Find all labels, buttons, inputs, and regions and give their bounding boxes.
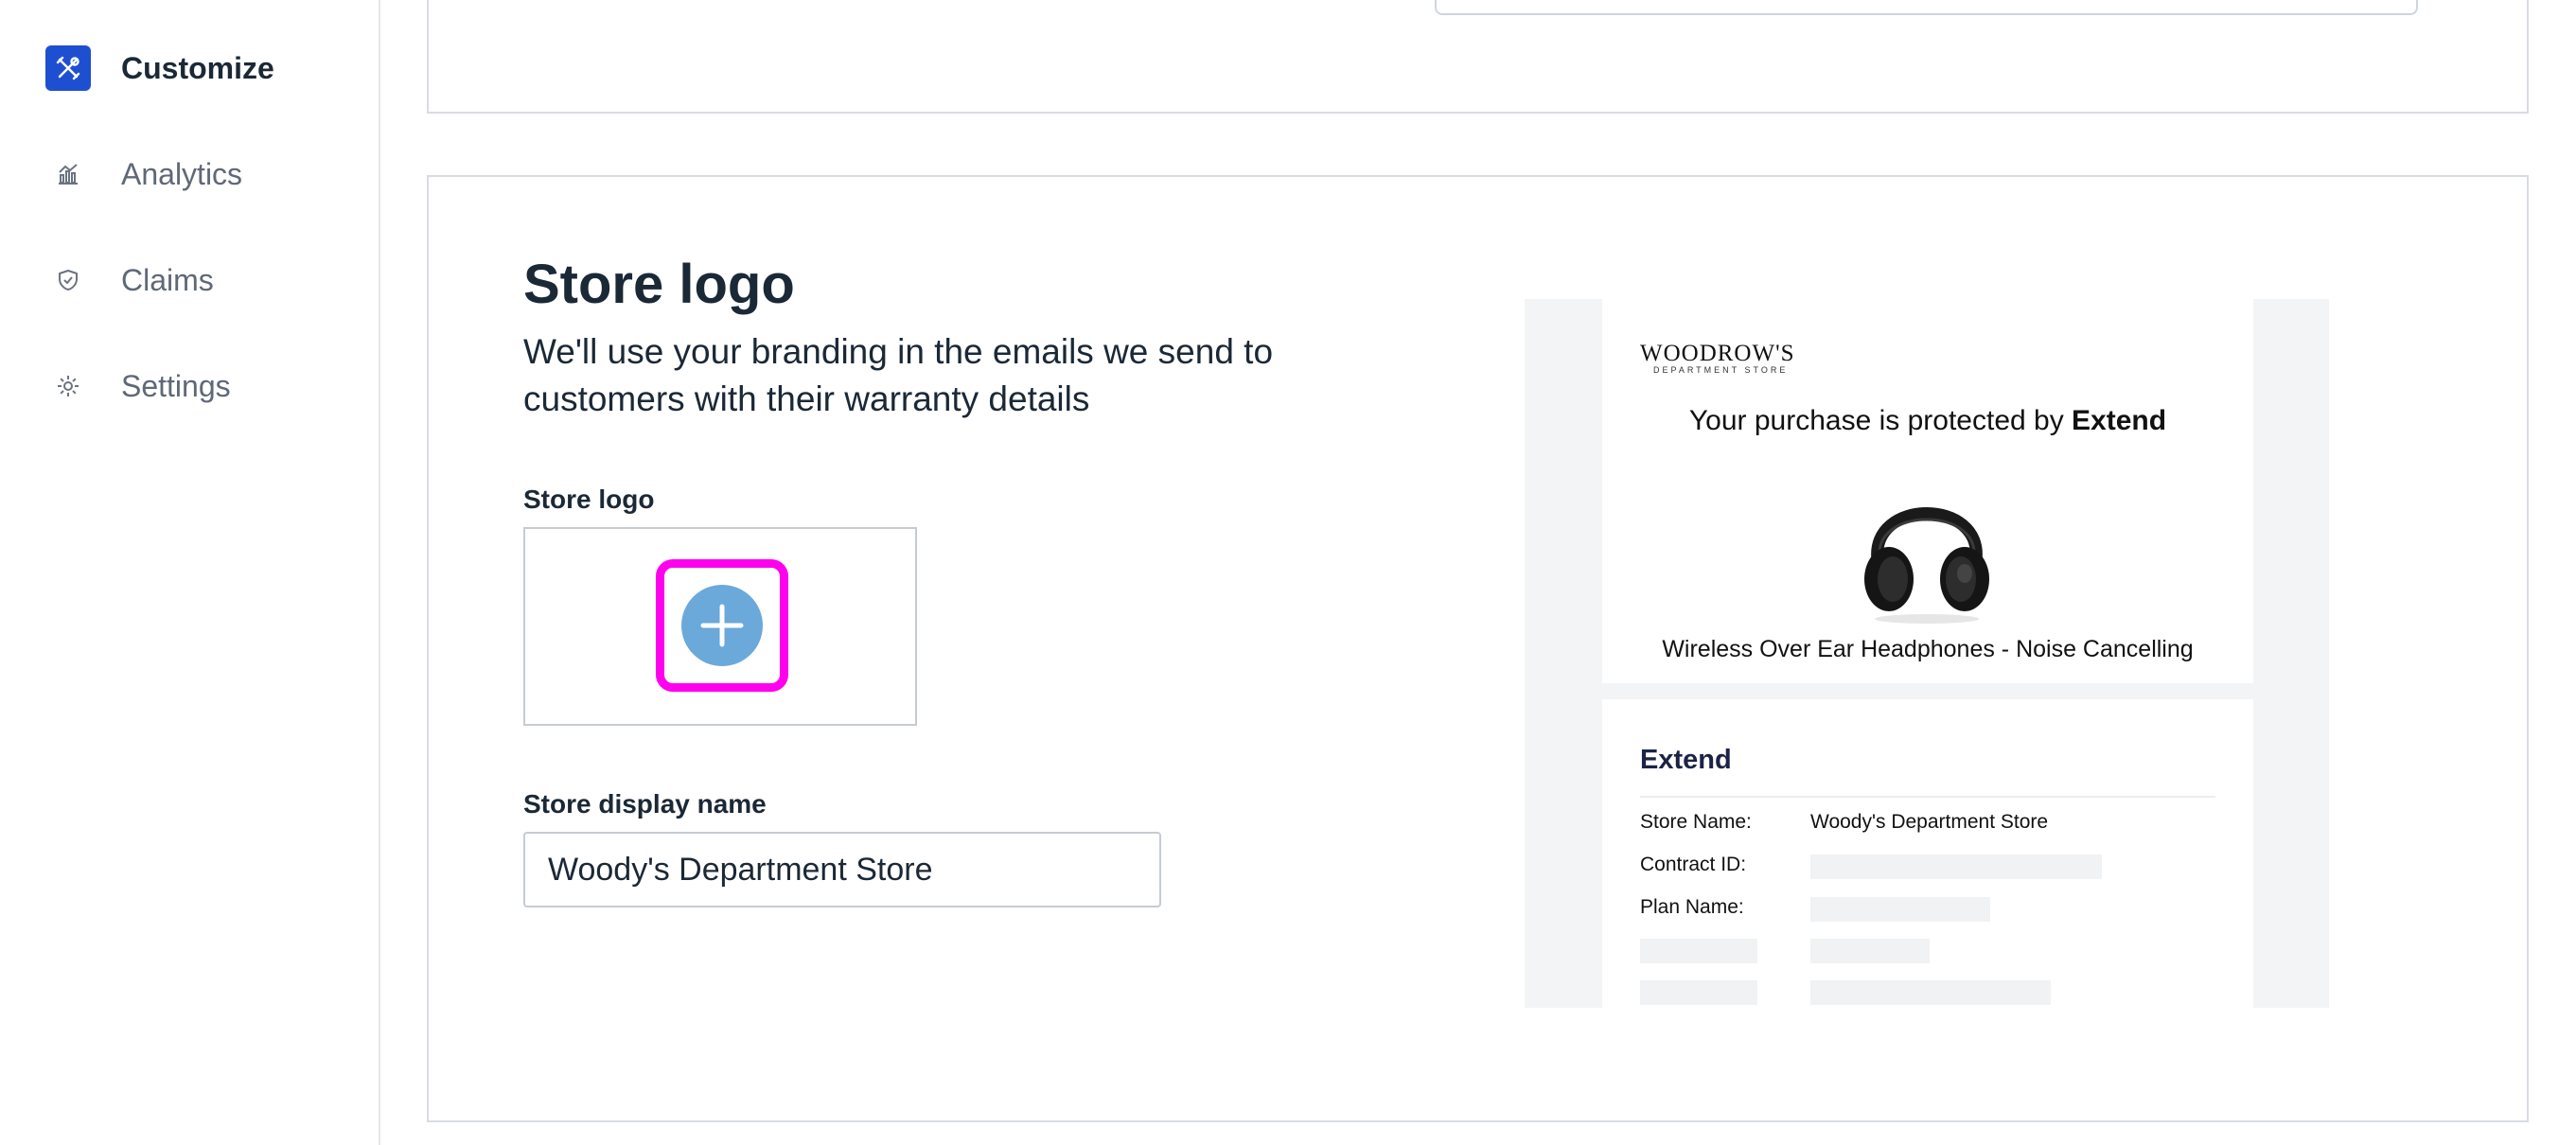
upload-logo-button[interactable] bbox=[656, 559, 788, 692]
contract-id-label: Contract ID: bbox=[1640, 854, 1747, 875]
sidebar: Customize Analytics Claims Settings bbox=[0, 0, 380, 1145]
store-display-name-input[interactable] bbox=[523, 832, 1161, 907]
sidebar-item-label: Customize bbox=[121, 50, 274, 85]
brand-subtitle: DEPARTMENT STORE bbox=[1653, 365, 1789, 375]
protected-message: Your purchase is protected by Extend bbox=[1602, 405, 2253, 437]
divider bbox=[1640, 796, 2215, 798]
sidebar-item-settings[interactable]: Settings bbox=[45, 360, 231, 413]
sidebar-item-analytics[interactable]: Analytics bbox=[45, 148, 242, 201]
product-name: Wireless Over Ear Headphones - Noise Can… bbox=[1662, 636, 2194, 662]
tools-icon bbox=[45, 45, 91, 91]
sidebar-item-claims[interactable]: Claims bbox=[45, 254, 214, 307]
email-header-card: WOODROW'S DEPARTMENT STORE Your purchase… bbox=[1602, 299, 2253, 683]
placeholder-label bbox=[1640, 939, 1757, 963]
section-title: Store logo bbox=[523, 254, 795, 315]
sidebar-item-customize[interactable]: Customize bbox=[45, 42, 274, 95]
store-name-label: Store Name: bbox=[1640, 811, 1752, 833]
shield-icon bbox=[45, 257, 91, 303]
email-details-card: Extend Store Name: Woody's Department St… bbox=[1602, 699, 2253, 1008]
store-brand-logo: WOODROW'S DEPARTMENT STORE bbox=[1640, 341, 1795, 375]
analytics-icon bbox=[45, 151, 91, 197]
placeholder-label bbox=[1640, 980, 1757, 1005]
protected-prefix: Your purchase is protected by bbox=[1688, 405, 2073, 436]
store-display-name-label: Store display name bbox=[523, 789, 767, 819]
section-description: We'll use your branding in the emails we… bbox=[523, 332, 1274, 418]
previous-settings-card bbox=[427, 0, 2529, 114]
protected-brand: Extend bbox=[2072, 405, 2167, 436]
extend-logo: Extend bbox=[1640, 745, 1732, 775]
logo-upload-area[interactable] bbox=[523, 527, 917, 726]
plan-name-label: Plan Name: bbox=[1640, 896, 1744, 918]
plus-icon bbox=[681, 585, 763, 666]
sidebar-item-label: Claims bbox=[121, 262, 214, 297]
gear-icon bbox=[45, 363, 91, 409]
placeholder-value bbox=[1810, 939, 1930, 963]
sidebar-item-label: Analytics bbox=[121, 156, 243, 191]
store-logo-card: Store logo We'll use your branding in th… bbox=[427, 175, 2529, 1122]
sidebar-item-label: Settings bbox=[121, 368, 231, 403]
contract-id-placeholder bbox=[1810, 854, 2102, 879]
placeholder-value bbox=[1810, 980, 2051, 1005]
email-preview: WOODROW'S DEPARTMENT STORE Your purchase… bbox=[1525, 299, 2329, 1008]
store-name-value: Woody's Department Store bbox=[1810, 811, 2049, 833]
plan-name-placeholder bbox=[1810, 897, 1990, 922]
store-logo-label: Store logo bbox=[523, 484, 655, 514]
brand-name: WOODROW'S bbox=[1640, 341, 1795, 366]
headphones-image bbox=[1851, 469, 2003, 625]
text-input[interactable] bbox=[1435, 0, 2418, 15]
